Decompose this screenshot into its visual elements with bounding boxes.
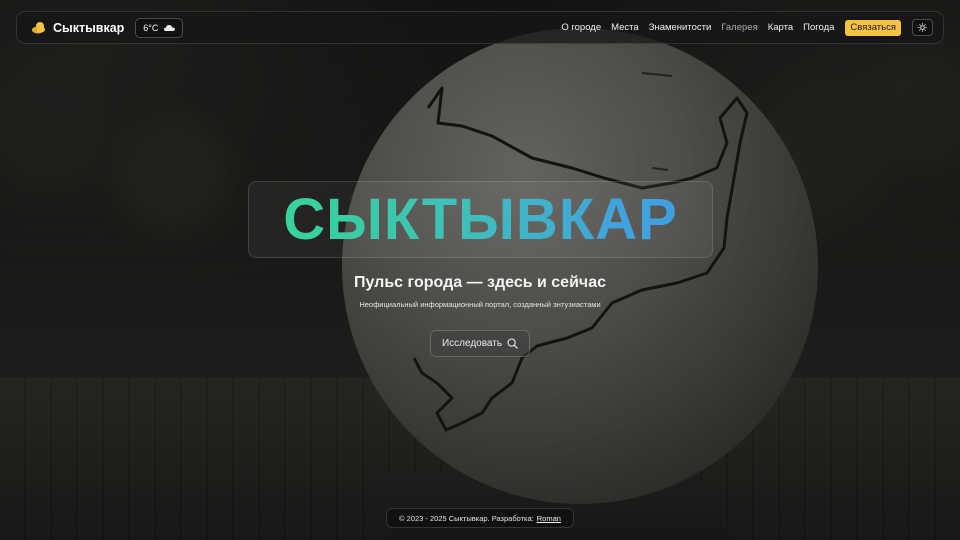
footer-copyright: © 2023 - 2025 Сыктывкар. Разработка: [399, 513, 534, 523]
hero-description: Неофициальный информационный портал, соз… [359, 300, 601, 309]
nav-link-celebrities[interactable]: Знаменитости [649, 22, 712, 33]
weather-widget[interactable]: 6°C [135, 17, 184, 38]
nav-link-weather[interactable]: Погода [803, 22, 834, 33]
brand-name: Сыктывкар [53, 20, 125, 35]
weather-temperature: 6°C [143, 22, 159, 33]
theme-toggle-button[interactable] [912, 19, 933, 36]
explore-button[interactable]: Исследовать [430, 330, 530, 357]
cloud-sun-logo-icon [32, 21, 45, 33]
top-navbar: Сыктывкар 6°C О городе Места Знаменитост… [16, 11, 944, 44]
nav-link-map[interactable]: Карта [768, 22, 793, 33]
search-icon [507, 338, 518, 349]
nav-link-gallery[interactable]: Галерея [721, 22, 757, 33]
brand[interactable]: Сыктывкар [31, 21, 124, 35]
nav-link-about[interactable]: О городе [561, 22, 601, 33]
explore-button-label: Исследовать [441, 338, 503, 349]
sun-icon [918, 23, 927, 32]
hero-subtitle: Пульс города — здесь и сейчас [353, 274, 606, 291]
background-overlay [0, 0, 960, 540]
hero-title-box: СЫКТЫВКАР [248, 181, 713, 258]
footer-author-link[interactable]: Roman [537, 514, 561, 523]
cloud-icon [164, 25, 176, 31]
footer: © 2023 - 2025 Сыктывкар. Разработка: Rom… [386, 508, 574, 528]
background-photo [0, 0, 960, 540]
hero-title: СЫКТЫВКАР [283, 187, 678, 252]
main-nav: О городе Места Знаменитости Галерея Карт… [561, 19, 933, 36]
nav-link-places[interactable]: Места [611, 22, 639, 33]
contact-button[interactable]: Связаться [845, 19, 901, 36]
